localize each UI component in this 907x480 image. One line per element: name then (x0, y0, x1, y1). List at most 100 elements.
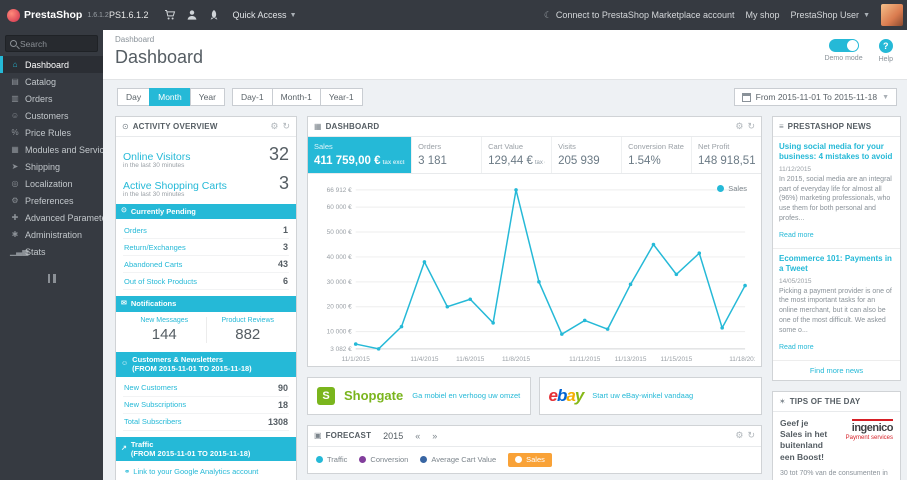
activity-icon: ⊙ (122, 122, 129, 131)
new-messages-stat[interactable]: New Messages 144 (123, 317, 206, 343)
product-reviews-stat[interactable]: Product Reviews 882 (205, 316, 290, 343)
gear-icon[interactable]: ⚙ (735, 122, 743, 131)
ingenico-logo: ingenico Payment services (835, 418, 894, 441)
new-subscriptions-row[interactable]: New Subscriptions 18 (123, 397, 289, 414)
prestashop-logo[interactable]: PrestaShop 1.6.1.2 (0, 8, 109, 22)
sidebar-item-shipping[interactable]: ➤ Shipping (0, 158, 103, 175)
pending-returns-row[interactable]: Return/Exchanges 3 (123, 239, 289, 257)
shopgate-logo: Shopgate (344, 388, 404, 404)
range-day-button[interactable]: Day (117, 88, 150, 106)
logo-text: PrestaShop (24, 9, 83, 21)
tools-icon: ✚ (11, 213, 19, 222)
forecast-year-select[interactable]: 2015 (383, 431, 403, 441)
online-visitors-value: 32 (268, 144, 289, 164)
svg-text:66 912 €: 66 912 € (327, 187, 352, 194)
forecast-legend-sales[interactable]: Sales (508, 452, 552, 467)
sidebar-item-orders[interactable]: ▥ Orders (0, 90, 103, 107)
user-menu[interactable]: PrestaShop User ▼ (791, 10, 870, 20)
ebay-logo: ebay (548, 385, 585, 405)
svg-text:11/4/2015: 11/4/2015 (410, 356, 439, 363)
kpi-visits[interactable]: Visits 205 939 (552, 137, 623, 173)
sidebar-item-stats[interactable]: ▁▃▅ Stats (0, 243, 103, 260)
cart-icon[interactable] (159, 0, 181, 30)
next-year-button[interactable]: » (432, 431, 437, 441)
prev-year-button[interactable]: « (415, 431, 420, 441)
forecast-legend-conversion[interactable]: Conversion (359, 455, 408, 464)
search-input[interactable] (20, 38, 93, 49)
google-analytics-link[interactable]: ⚭ Link to your Google Analytics account (123, 464, 289, 476)
marketplace-link[interactable]: ☾ Connect to PrestaShop Marketplace acco… (544, 10, 735, 21)
forecast-legend: Traffic Conversion Average Cart Value Sa… (308, 447, 761, 473)
svg-text:50 000 €: 50 000 € (327, 229, 352, 236)
sidebar-collapse-button[interactable] (44, 274, 60, 283)
forecast-legend-traffic[interactable]: Traffic (316, 455, 347, 464)
help-icon: ? (878, 39, 893, 53)
customer-profile-icon[interactable] (181, 0, 203, 30)
sidebar-nav: ⌂ Dashboard ▤ Catalog ▥ Orders ☺ Customers %… (0, 56, 103, 260)
svg-text:11/15/2015: 11/15/2015 (660, 356, 692, 363)
sidebar-item-dashboard[interactable]: ⌂ Dashboard (0, 56, 103, 73)
main-area: Dashboard Dashboard Demo mode ? Help Day… (103, 30, 907, 480)
sidebar-item-advanced-parameters[interactable]: ✚Advanced Parameters (0, 209, 103, 226)
dashboard-panel: ▦ DASHBOARD ⚙ ↻ Sales 411 759,00 € tax ex… (307, 116, 762, 367)
catalog-icon: ▤ (11, 77, 19, 86)
currently-pending-header: ⊙ Currently Pending (116, 204, 296, 220)
sidebar-item-price-rules[interactable]: % Price Rules (0, 124, 103, 141)
kpi-orders[interactable]: Orders 3 181 (412, 137, 483, 173)
sidebar-item-preferences[interactable]: ⚙ Preferences (0, 192, 103, 209)
out-of-stock-row[interactable]: Out of Stock Products 6 (123, 273, 289, 291)
range-month-button[interactable]: Month (149, 88, 190, 106)
kpi-sales[interactable]: Sales 411 759,00 € tax excl. (308, 137, 413, 173)
sidebar-item-modules[interactable]: ▦Modules and Services (0, 141, 103, 158)
legend-dot-icon (717, 185, 725, 192)
new-customers-row[interactable]: New Customers 90 (123, 380, 289, 397)
read-more-link[interactable]: Read more (779, 232, 814, 239)
sidebar-item-customers[interactable]: ☺ Customers (0, 107, 103, 124)
demo-mode-toggle[interactable]: Demo mode (824, 39, 863, 62)
sidebar-item-administration[interactable]: ✱ Administration (0, 226, 103, 243)
my-shop-link[interactable]: My shop (746, 10, 780, 20)
shopgate-link[interactable]: Ga mobiel en verhoog uw omzet (412, 391, 520, 400)
find-more-news-link[interactable]: Find more news (773, 359, 900, 380)
chevron-down-icon: ▼ (882, 93, 889, 101)
news-date: 14/05/2015 (779, 277, 812, 285)
kpi-net-profit[interactable]: Net Profit 148 918,51 €tax excl. (692, 137, 761, 173)
news-headline-link[interactable]: Using social media for your business: 4 … (779, 142, 894, 163)
news-item: Ecommerce 101: Payments in a Tweet 14/05… (773, 249, 900, 360)
page-header: Dashboard Dashboard Demo mode ? Help (103, 30, 907, 80)
stats-icon: ▁▃▅ (10, 247, 29, 256)
rocket-icon[interactable] (203, 0, 225, 30)
shopgate-icon: S (317, 386, 335, 405)
help-button[interactable]: ? Help (879, 39, 893, 63)
clock-icon: ⊙ (121, 207, 127, 215)
abandoned-carts-row[interactable]: Abandoned Carts 43 (123, 256, 289, 274)
range-month-1-button[interactable]: Month-1 (271, 88, 320, 106)
news-item: Using social media for your business: 4 … (773, 137, 900, 249)
forecast-icon: ▣ (314, 431, 322, 441)
range-day-1-button[interactable]: Day-1 (231, 88, 272, 106)
quick-access-menu[interactable]: Quick Access ▼ (233, 10, 297, 20)
toggle-on-icon (828, 39, 859, 52)
read-more-link[interactable]: Read more (779, 344, 814, 351)
refresh-icon[interactable]: ↻ (747, 431, 755, 440)
date-range-picker[interactable]: From 2015-11-01 To 2015-11-18 ▼ (733, 88, 897, 106)
news-headline-link[interactable]: Ecommerce 101: Payments in a Tweet (779, 254, 894, 275)
user-avatar[interactable] (881, 4, 903, 26)
gear-icon[interactable]: ⚙ (270, 122, 278, 131)
sidebar-item-localization[interactable]: ◎ Localization (0, 175, 103, 192)
customers-icon: ☺ (121, 359, 129, 367)
ebay-link[interactable]: Start uw eBay-winkel vandaag (592, 391, 693, 400)
refresh-icon[interactable]: ↻ (747, 122, 755, 131)
range-year-1-button[interactable]: Year-1 (319, 88, 363, 106)
sidebar-item-catalog[interactable]: ▤ Catalog (0, 73, 103, 90)
online-visitors-subtitle: in the last 30 minutes (123, 162, 185, 169)
kpi-conversion-rate[interactable]: Conversion Rate 1.54% (622, 137, 693, 173)
total-subscribers-row[interactable]: Total Subscribers 1308 (123, 414, 289, 431)
kpi-cart-value[interactable]: Cart Value 129,44 €tax excl. (482, 137, 553, 173)
gear-icon[interactable]: ⚙ (735, 431, 743, 440)
range-year-button[interactable]: Year (189, 88, 225, 106)
refresh-icon[interactable]: ↻ (282, 122, 290, 131)
pending-orders-row[interactable]: Orders 1 (123, 222, 289, 240)
forecast-legend-avg-cart-value[interactable]: Average Cart Value (420, 455, 496, 464)
topbar: PrestaShop 1.6.1.2 PS1.6.1.2 Quick Acces… (0, 0, 907, 30)
